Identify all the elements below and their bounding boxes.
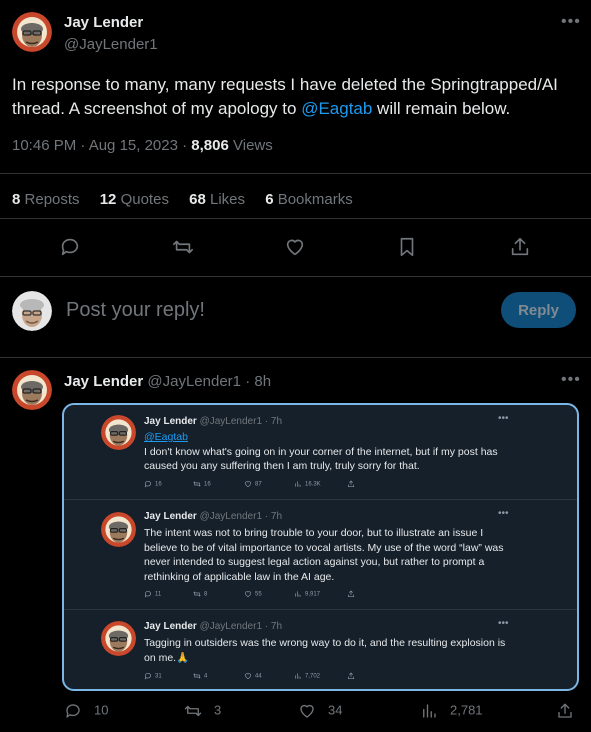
views-button[interactable]: 2,781 <box>420 702 483 720</box>
mention-link[interactable]: @Eagtab <box>301 99 372 118</box>
share-icon[interactable] <box>509 236 531 258</box>
views-count: 9,917 <box>294 590 320 598</box>
share-icon <box>347 672 358 680</box>
bookmarks-stat[interactable]: 6 Bookmarks <box>265 191 353 208</box>
author-handle: @JayLender1 <box>199 416 263 427</box>
current-user-avatar[interactable] <box>12 291 52 331</box>
divider <box>0 218 591 219</box>
author-handle[interactable]: @JayLender1 <box>64 36 158 53</box>
tweet-body: The intent was not to bring trouble to y… <box>144 527 504 583</box>
screenshot-image[interactable]: Jay Lender @JayLender1 · 7h ••• @Eagtab … <box>62 403 579 691</box>
tweet-body: I don't know what's going on in your cor… <box>144 445 498 473</box>
like-count: 44 <box>244 672 262 680</box>
like-icon[interactable] <box>284 236 306 258</box>
views-count: 2,781 <box>450 702 483 718</box>
share-icon <box>347 590 358 598</box>
repost-count: 4 <box>193 672 207 680</box>
tweet-header: Jay Lender @JayLender1 · 8h <box>64 373 271 390</box>
tweet-header: Jay Lender @JayLender1 · 7h <box>144 416 282 427</box>
divider <box>0 173 591 174</box>
like-count: 55 <box>244 590 262 598</box>
reply-input[interactable] <box>66 296 486 324</box>
tweet-time: · 7h <box>264 621 283 632</box>
repost-count: 16 <box>193 480 211 488</box>
tweet-action-bar <box>0 236 591 264</box>
divider <box>64 609 577 610</box>
tweet-text: Tagging in outsiders was the wrong way t… <box>144 636 514 665</box>
repost-count: 3 <box>214 702 222 718</box>
views-count: 7,702 <box>294 672 320 680</box>
timestamp[interactable]: 10:46 PM · Aug 15, 2023 · <box>12 137 191 154</box>
more-options-icon: ••• <box>498 618 509 629</box>
tweet-header: Jay Lender @JayLender1 · 7h <box>144 511 282 522</box>
likes-stat[interactable]: 68 Likes <box>189 191 245 208</box>
repost-button[interactable]: 3 <box>184 702 221 720</box>
author-handle: @JayLender1 <box>199 511 263 522</box>
tweet-text-part: will remain below. <box>372 99 511 118</box>
author-avatar <box>101 415 136 450</box>
share-icon[interactable] <box>556 702 586 720</box>
views-count: 8,806 <box>191 137 229 154</box>
tweet-time[interactable]: · 8h <box>245 373 271 390</box>
more-options-icon: ••• <box>498 508 509 519</box>
views-label: Views <box>228 137 273 154</box>
reposts-stat[interactable]: 8 Reposts <box>12 191 80 208</box>
author-avatar <box>101 621 136 656</box>
reply-count: 31 <box>144 672 162 680</box>
reply-tweet[interactable]: Jay Lender @JayLender1 · 8h ••• Jay Lend… <box>0 358 591 732</box>
author-name: Jay Lender <box>144 621 197 632</box>
reply-icon[interactable] <box>59 236 81 258</box>
mention-link: @Eagtab <box>144 431 188 443</box>
like-count: 87 <box>244 480 262 488</box>
reply-button[interactable]: 10 <box>64 702 108 720</box>
share-icon <box>347 480 358 488</box>
author-handle: @JayLender1 <box>199 621 263 632</box>
divider <box>64 499 577 500</box>
tweet-time: · 7h <box>264 511 283 522</box>
author-name: Jay Lender <box>144 511 197 522</box>
reply-button[interactable]: Reply <box>501 292 576 328</box>
author-name: Jay Lender <box>144 416 197 427</box>
tweet-text: The intent was not to bring trouble to y… <box>144 526 514 584</box>
tweet-action-bar: 10 3 34 2,781 <box>0 702 591 726</box>
tweet-text: In response to many, many requests I hav… <box>12 73 582 121</box>
reply-count: 10 <box>94 702 109 718</box>
engagement-stats: 8 Reposts 12 Quotes 68 Likes 6 Bookmarks <box>12 191 369 208</box>
author-avatar <box>101 512 136 547</box>
tweet-meta: 10:46 PM · Aug 15, 2023 · 8,806 Views <box>12 137 273 154</box>
more-options-icon: ••• <box>498 413 509 424</box>
tweet-text: @Eagtab I don't know what's going on in … <box>144 430 514 474</box>
views-count: 16.3K <box>294 480 321 488</box>
author-name[interactable]: Jay Lender <box>64 14 143 31</box>
reply-count: 11 <box>144 590 161 598</box>
author-name[interactable]: Jay Lender <box>64 373 143 390</box>
author-avatar[interactable] <box>12 12 52 52</box>
bookmark-icon[interactable] <box>396 236 418 258</box>
quotes-stat[interactable]: 12 Quotes <box>100 191 169 208</box>
more-options-icon[interactable]: ••• <box>561 13 581 31</box>
author-handle[interactable]: @JayLender1 <box>147 373 241 390</box>
reply-count: 16 <box>144 480 162 488</box>
repost-count: 8 <box>193 590 207 598</box>
like-count: 34 <box>328 702 343 718</box>
divider <box>0 276 591 277</box>
like-button[interactable]: 34 <box>298 702 342 720</box>
repost-icon[interactable] <box>172 236 194 258</box>
author-avatar[interactable] <box>12 370 52 410</box>
tweet-time: · 7h <box>264 416 283 427</box>
tweet-header: Jay Lender @JayLender1 · 7h <box>144 621 282 632</box>
tweet-body: Tagging in outsiders was the wrong way t… <box>144 637 506 664</box>
more-options-icon[interactable]: ••• <box>561 371 581 389</box>
